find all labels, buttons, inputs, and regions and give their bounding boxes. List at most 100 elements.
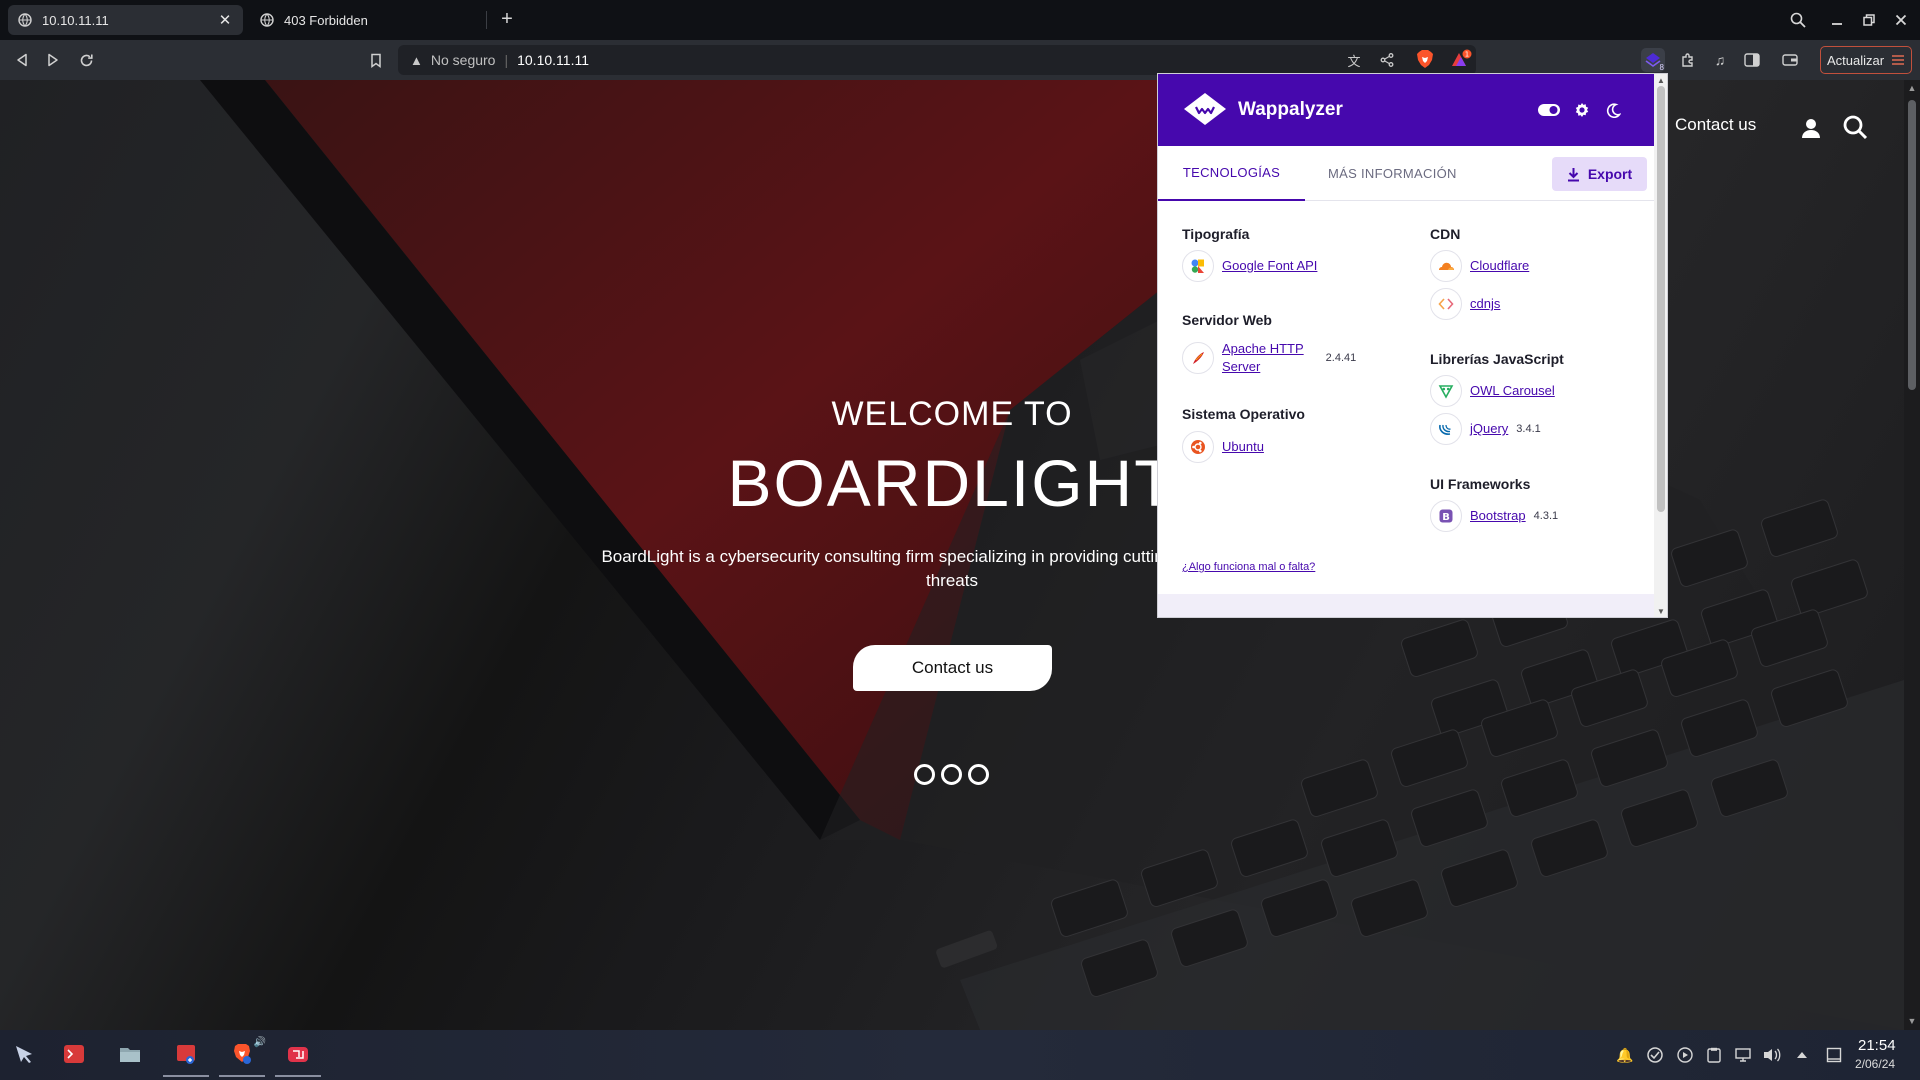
gear-icon[interactable] [1571, 99, 1593, 121]
update-label: Actualizar [1827, 52, 1885, 68]
owl-carousel-icon [1430, 375, 1462, 407]
google-fonts-icon [1182, 250, 1214, 282]
tech-name[interactable]: Bootstrap [1470, 507, 1526, 525]
download-icon [1567, 167, 1579, 181]
scrollbar-thumb[interactable] [1657, 86, 1665, 512]
carousel-dot[interactable] [941, 764, 962, 785]
address-host[interactable]: 10.10.11.11 [517, 52, 589, 68]
scroll-down-arrow[interactable]: ▼ [1907, 1016, 1917, 1026]
media-play-icon[interactable] [1675, 1045, 1695, 1065]
bookmark-icon[interactable] [364, 48, 388, 72]
globe-icon [18, 13, 32, 27]
address-divider: | [504, 52, 509, 68]
scroll-down-arrow[interactable]: ▼ [1656, 607, 1666, 616]
audio-playing-icon: 🔊 [253, 1036, 267, 1048]
share-icon[interactable] [1377, 50, 1397, 70]
search-icon[interactable] [1842, 114, 1868, 140]
wappalyzer-footer [1158, 594, 1654, 617]
brave-shields-icon[interactable] [1416, 49, 1434, 69]
plus-icon[interactable]: + [495, 8, 519, 32]
wappalyzer-extension-icon[interactable]: 8 [1641, 48, 1665, 72]
terminal-icon[interactable] [60, 1040, 88, 1068]
close-icon[interactable] [1889, 8, 1913, 32]
puzzle-icon[interactable] [1676, 48, 1700, 72]
tech-name-line: Apache HTTP [1222, 341, 1304, 356]
tab-more-info[interactable]: MÁS INFORMACIÓN [1328, 146, 1457, 201]
tech-name[interactable]: jQuery [1470, 420, 1508, 438]
user-icon[interactable] [1800, 117, 1822, 139]
scrollbar-thumb[interactable] [1908, 100, 1916, 390]
warning-icon[interactable]: ▲ [410, 53, 423, 68]
search-icon[interactable] [1786, 8, 1810, 32]
show-desktop-icon[interactable] [1824, 1045, 1844, 1065]
app-indicator [219, 1075, 265, 1077]
tech-item-cdnjs[interactable]: cdnjs [1430, 287, 1500, 321]
clipboard-icon[interactable] [1704, 1045, 1724, 1065]
tech-version: 4.3.1 [1533, 510, 1559, 522]
toggle-icon[interactable] [1538, 99, 1560, 121]
minimize-icon[interactable] [1825, 8, 1849, 32]
app-menu-icon[interactable] [10, 1040, 38, 1068]
update-button[interactable]: Actualizar [1820, 46, 1912, 74]
export-button[interactable]: Export [1552, 157, 1647, 191]
carousel-dot[interactable] [914, 764, 935, 785]
report-issue-link[interactable]: ¿Algo funciona mal o falta? [1182, 561, 1315, 573]
security-label[interactable]: No seguro [431, 52, 496, 68]
close-icon[interactable]: ✕ [217, 11, 233, 29]
clock-time[interactable]: 21:54 [1858, 1037, 1896, 1054]
contact-us-button[interactable]: Contact us [853, 645, 1052, 691]
page-scrollbar[interactable]: ▲ ▼ [1904, 80, 1920, 1030]
sidebar-icon[interactable] [1740, 48, 1764, 72]
screenshot-app-icon[interactable] [284, 1040, 312, 1068]
tech-name[interactable]: OWL Carousel [1470, 382, 1555, 400]
tech-name[interactable]: Apache HTTP Server [1222, 340, 1304, 376]
extension-badge: 8 [1659, 63, 1664, 72]
forward-icon[interactable] [41, 48, 65, 72]
moon-icon[interactable] [1602, 99, 1624, 121]
network-icon[interactable] [1733, 1045, 1753, 1065]
browser-app-icon[interactable] [172, 1040, 200, 1068]
maximize-icon[interactable] [1857, 8, 1881, 32]
back-icon[interactable] [10, 48, 34, 72]
tab-separator [486, 11, 487, 29]
chevron-up-icon[interactable] [1792, 1045, 1812, 1065]
tech-item-owl-carousel[interactable]: OWL Carousel [1430, 374, 1555, 408]
reload-icon[interactable] [74, 48, 98, 72]
carousel-dot[interactable] [968, 764, 989, 785]
app-indicator [275, 1075, 321, 1077]
tech-version: 3.4.1 [1516, 423, 1541, 435]
tech-item-jquery[interactable]: jQuery 3.4.1 [1430, 412, 1541, 446]
update-tray-icon[interactable] [1645, 1045, 1665, 1065]
scroll-up-arrow[interactable]: ▲ [1656, 76, 1666, 85]
clock-date[interactable]: 2/06/24 [1855, 1057, 1895, 1071]
tech-name[interactable]: Ubuntu [1222, 438, 1264, 456]
volume-icon[interactable] [1762, 1045, 1782, 1065]
wappalyzer-scrollbar[interactable]: ▲ ▼ [1654, 74, 1667, 617]
nav-contact-link[interactable]: Contact us [1675, 115, 1756, 135]
brave-rewards-icon[interactable]: 1 [1450, 49, 1472, 69]
translate-icon[interactable]: 文 [1344, 50, 1364, 70]
wappalyzer-header: Wappalyzer [1158, 74, 1654, 146]
file-manager-icon[interactable] [116, 1040, 144, 1068]
music-icon[interactable]: ♫ [1708, 48, 1732, 72]
tab-title: 10.10.11.11 [42, 12, 109, 28]
tab-technologies[interactable]: TECNOLOGÍAS [1158, 146, 1305, 201]
wallet-icon[interactable] [1778, 48, 1802, 72]
tech-item-cloudflare[interactable]: Cloudflare [1430, 249, 1529, 283]
address-bar[interactable]: ▲ No seguro | 10.10.11.11 [398, 45, 1476, 75]
category-ui-frameworks: UI Frameworks [1430, 476, 1531, 492]
category-typography: Tipografía [1182, 226, 1250, 242]
tech-name[interactable]: Google Font API [1222, 257, 1317, 275]
tech-name[interactable]: cdnjs [1470, 295, 1500, 313]
globe-icon [260, 13, 274, 27]
tech-item-ubuntu[interactable]: Ubuntu [1182, 430, 1264, 464]
tab-active[interactable]: 10.10.11.11 ✕ [8, 5, 243, 35]
ubuntu-icon [1182, 431, 1214, 463]
tech-item-bootstrap[interactable]: B Bootstrap 4.3.1 [1430, 499, 1558, 533]
scroll-up-arrow[interactable]: ▲ [1907, 83, 1917, 93]
notifications-icon[interactable]: 🔔 [1615, 1045, 1635, 1065]
tab-inactive[interactable]: 403 Forbidden [250, 5, 480, 35]
tech-item-apache[interactable]: Apache HTTP Server 2.4.41 [1182, 336, 1356, 380]
tech-item-google-font-api[interactable]: Google Font API [1182, 249, 1317, 283]
tech-name[interactable]: Cloudflare [1470, 257, 1529, 275]
